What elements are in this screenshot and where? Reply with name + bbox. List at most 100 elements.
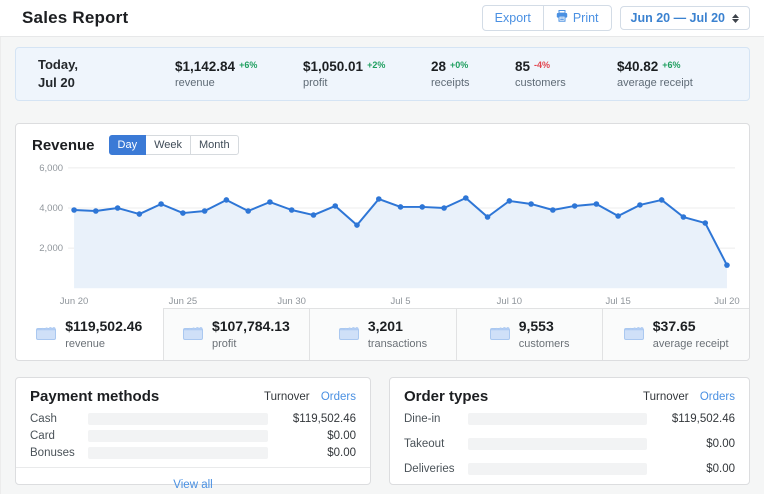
order-row-deliveries: Deliveries $0.00: [390, 463, 749, 475]
payment-methods-footer: View all: [16, 467, 370, 493]
payment-methods-toggle: Turnover Orders: [264, 391, 356, 403]
data-point[interactable]: [202, 208, 208, 214]
data-point[interactable]: [93, 208, 99, 214]
x-axis-tick: Jun 20: [60, 296, 89, 307]
data-point[interactable]: [354, 222, 360, 228]
payment-row-cash: Cash $119,502.46: [16, 413, 370, 425]
turnover-toggle-active[interactable]: Turnover: [643, 391, 689, 403]
today-stat-customers: 85 -4% customers: [515, 59, 617, 89]
data-point[interactable]: [441, 205, 447, 211]
data-point[interactable]: [485, 214, 491, 220]
period-switcher: Day Week Month: [109, 135, 239, 155]
data-point[interactable]: [659, 197, 665, 203]
orders-toggle-link[interactable]: Orders: [321, 391, 356, 403]
delta-badge: +6%: [239, 60, 257, 70]
summary-tab-transactions[interactable]: 3,201 transactions: [309, 308, 456, 360]
data-point[interactable]: [224, 197, 230, 203]
today-stat-receipts: 28 +0% receipts: [431, 59, 515, 89]
data-point[interactable]: [267, 199, 273, 205]
revenue-title: Revenue: [32, 137, 95, 154]
period-tab-day[interactable]: Day: [109, 135, 147, 155]
revenue-header: Revenue Day Week Month: [16, 134, 749, 156]
data-point[interactable]: [507, 198, 513, 204]
print-button[interactable]: Print: [543, 5, 612, 31]
data-point[interactable]: [724, 262, 730, 268]
data-point[interactable]: [289, 207, 295, 213]
order-types-title: Order types: [404, 388, 488, 405]
data-point[interactable]: [615, 213, 621, 219]
x-axis-tick: Jun 30: [277, 296, 306, 307]
data-point[interactable]: [702, 220, 708, 226]
orders-toggle-link[interactable]: Orders: [700, 391, 735, 403]
period-tab-week[interactable]: Week: [145, 135, 191, 155]
data-point[interactable]: [637, 202, 643, 208]
payment-methods-panel: Payment methods Turnover Orders Cash $11…: [15, 377, 371, 485]
y-axis-tick: 2,000: [39, 243, 63, 254]
today-label: Today, Jul 20: [38, 56, 175, 91]
x-axis-tick: Jul 10: [497, 296, 522, 307]
bar-track: [468, 463, 647, 475]
data-point[interactable]: [71, 207, 77, 213]
data-point[interactable]: [115, 205, 121, 211]
updown-arrows-icon: [732, 14, 739, 23]
data-point[interactable]: [158, 201, 164, 207]
payment-methods-title: Payment methods: [30, 388, 159, 405]
money-stack-icon: [624, 324, 644, 345]
data-point[interactable]: [594, 201, 600, 207]
page-title: Sales Report: [22, 8, 128, 28]
data-point[interactable]: [376, 196, 382, 202]
date-range-label: Jun 20 — Jul 20: [631, 11, 725, 25]
data-point[interactable]: [245, 208, 251, 214]
data-point[interactable]: [419, 204, 425, 210]
summary-tab-profit[interactable]: $107,784.13 profit: [163, 308, 310, 360]
money-stack-icon: [183, 324, 203, 345]
payment-row-card: Card $0.00: [16, 430, 370, 442]
bottom-row: Payment methods Turnover Orders Cash $11…: [15, 377, 750, 485]
delta-badge: -4%: [534, 60, 550, 70]
money-stack-icon: [490, 324, 510, 345]
data-point[interactable]: [681, 214, 687, 220]
today-stat-profit: $1,050.01 +2% profit: [303, 59, 431, 89]
bar-track: [88, 430, 268, 442]
summary-tab-customers[interactable]: 9,553 customers: [456, 308, 603, 360]
summary-tab-revenue[interactable]: $119,502.46 revenue: [16, 308, 163, 360]
data-point[interactable]: [572, 203, 578, 209]
export-print-group: Export Print: [482, 5, 612, 31]
summary-tabs: $119,502.46 revenue $107,784.13 profit 3…: [16, 308, 749, 360]
bar-track: [468, 438, 647, 450]
period-tab-month[interactable]: Month: [190, 135, 239, 155]
y-axis-tick: 6,000: [39, 163, 63, 174]
revenue-panel: Revenue Day Week Month 2,0004,0006,000Ju…: [15, 123, 750, 361]
data-point[interactable]: [550, 207, 556, 213]
bar-track: [88, 447, 268, 459]
topbar: Sales Report Export Print Jun 20 — Jul 2…: [0, 0, 764, 37]
data-point[interactable]: [463, 195, 469, 201]
delta-badge: +2%: [367, 60, 385, 70]
export-button[interactable]: Export: [482, 5, 544, 31]
data-point[interactable]: [137, 211, 143, 217]
x-axis-tick: Jun 25: [169, 296, 198, 307]
view-all-link[interactable]: View all: [173, 479, 212, 491]
today-stat-average-receipt: $40.82 +6% average receipt: [617, 59, 733, 89]
data-point[interactable]: [311, 212, 317, 218]
summary-tab-average-receipt[interactable]: $37.65 average receipt: [602, 308, 749, 360]
order-row-dine-in: Dine-in $119,502.46: [390, 413, 749, 425]
topbar-actions: Export Print Jun 20 — Jul 20: [482, 5, 750, 31]
revenue-line-chart[interactable]: 2,0004,0006,000Jun 20Jun 25Jun 30Jul 5Ju…: [16, 158, 749, 308]
x-axis-tick: Jul 20: [714, 296, 739, 307]
data-point[interactable]: [332, 203, 338, 209]
payment-row-bonuses: Bonuses $0.00: [16, 447, 370, 459]
printer-icon: [556, 10, 568, 26]
main-content: Today, Jul 20 $1,142.84 +6% revenue $1,0…: [0, 37, 764, 494]
data-point[interactable]: [180, 210, 186, 216]
today-stat-revenue: $1,142.84 +6% revenue: [175, 59, 303, 89]
data-point[interactable]: [398, 204, 404, 210]
date-range-select[interactable]: Jun 20 — Jul 20: [620, 6, 750, 30]
turnover-toggle-active[interactable]: Turnover: [264, 391, 310, 403]
delta-badge: +0%: [450, 60, 468, 70]
order-row-takeout: Takeout $0.00: [390, 438, 749, 450]
today-summary-card: Today, Jul 20 $1,142.84 +6% revenue $1,0…: [15, 47, 750, 101]
money-stack-icon: [339, 324, 359, 345]
order-types-panel: Order types Turnover Orders Dine-in $119…: [389, 377, 750, 485]
data-point[interactable]: [528, 201, 534, 207]
